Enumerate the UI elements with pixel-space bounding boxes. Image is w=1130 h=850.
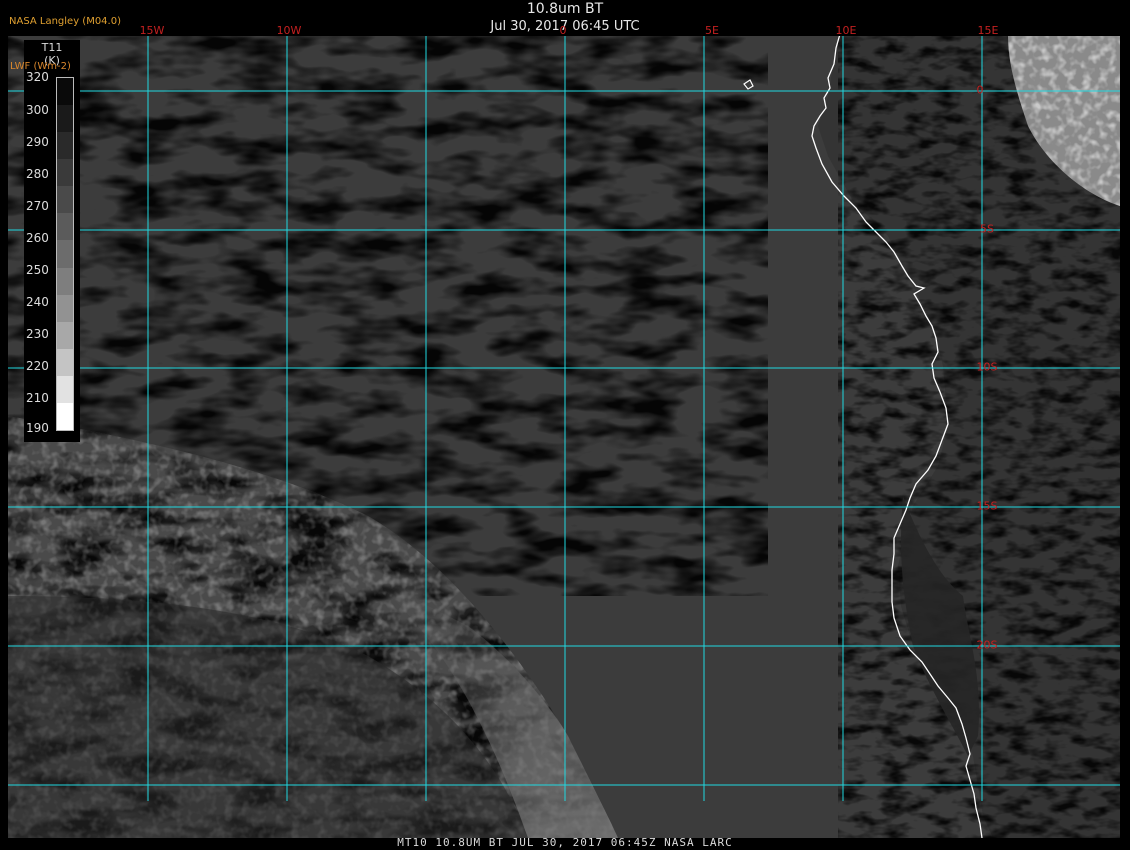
lon-label-10e: 10E	[835, 24, 857, 37]
lon-label-5e: 5E	[705, 24, 719, 37]
colorbar-segment	[57, 186, 73, 214]
legend-tick-label: 210	[26, 391, 49, 405]
lon-label-15e: 15E	[977, 24, 999, 37]
lwf-label: LWF (Wm-2)	[10, 61, 71, 72]
legend-tick-label: 320	[26, 70, 49, 84]
lon-label-0: 0	[559, 24, 567, 37]
colorbar-segment	[57, 213, 73, 241]
lon-label-15w: 15W	[139, 24, 165, 37]
legend-tick-label: 270	[26, 199, 49, 213]
legend-tick-label: 220	[26, 359, 49, 373]
colorbar-segment	[57, 132, 73, 160]
colorbar-segment	[57, 159, 73, 187]
satellite-image-frame: 10.8um BT Jul 30, 2017 06:45 UTC NASA La…	[0, 0, 1130, 850]
colorbar	[56, 77, 74, 431]
lon-label-10w: 10W	[276, 24, 302, 37]
lat-label-0: 0	[976, 83, 984, 97]
legend-tick-label: 240	[26, 295, 49, 309]
legend-variable: T11	[41, 41, 63, 54]
lat-label-10s: 10S	[976, 360, 998, 374]
map-canvas	[8, 36, 1120, 838]
colorbar-segment	[57, 348, 73, 377]
lat-label-15s: 15S	[976, 499, 998, 513]
legend-tick-label: 260	[26, 231, 49, 245]
legend-tick-label: 230	[26, 327, 49, 341]
colorbar-segment	[57, 321, 73, 350]
provider-label: NASA Langley (M04.0)	[9, 16, 121, 27]
colorbar-segment	[57, 402, 73, 431]
legend-tick-label: 250	[26, 263, 49, 277]
colorbar-segment	[57, 267, 73, 296]
lat-label-20s: 20S	[976, 638, 998, 652]
colorbar-segment	[57, 294, 73, 323]
map-panel	[8, 36, 1120, 838]
footer-caption: MT10 10.8UM BT JUL 30, 2017 06:45Z NASA …	[397, 836, 733, 849]
colorbar-segment	[57, 105, 73, 133]
legend-tick-label: 300	[26, 103, 49, 117]
colorbar-segment	[57, 375, 73, 404]
colorbar-segment	[57, 240, 73, 269]
temperature-legend: T11 (K) 320 300 290 280 270 260 250 240 230 220 21…	[24, 40, 80, 442]
legend-tick-label: 290	[26, 135, 49, 149]
lat-label-5s: 5S	[980, 222, 994, 236]
product-title: 10.8um BT	[526, 1, 604, 17]
colorbar-segment	[57, 78, 73, 106]
legend-tick-label: 190	[26, 421, 49, 435]
legend-tick-label: 280	[26, 167, 49, 181]
